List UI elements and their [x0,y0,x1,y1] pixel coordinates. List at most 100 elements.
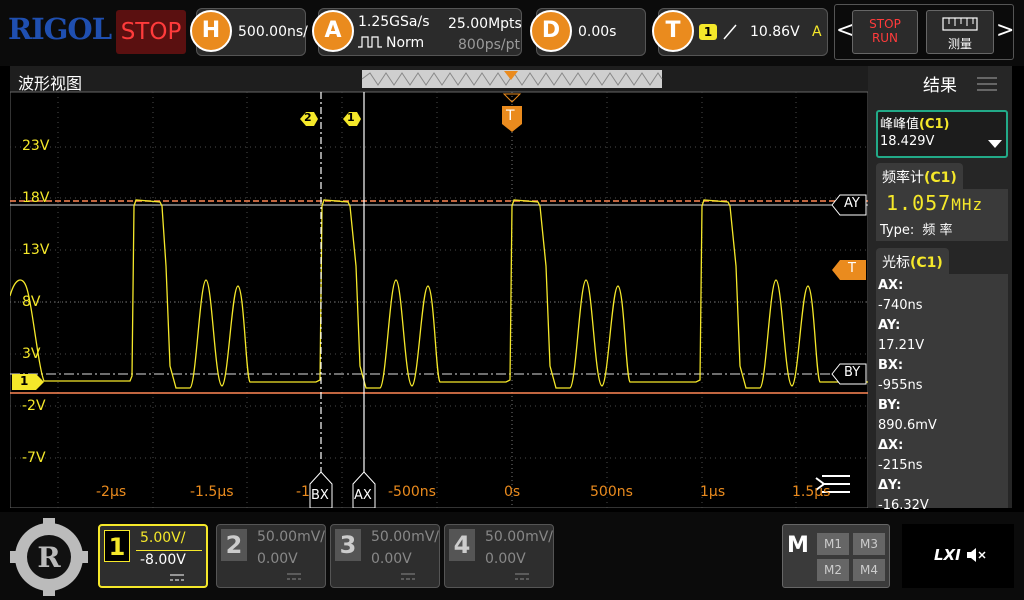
dc-coupling-icon [515,573,529,580]
waveform-view[interactable]: 波形视图 23V 18V 13V 8V 3V -2V -7V -2μs -1.5… [10,66,868,508]
y-label: 3V [22,346,41,362]
channel-2-button[interactable]: 2 50.00mV/ 0.00V [216,524,326,588]
channel-4-offset: 0.00V [485,551,526,567]
y-label: 13V [22,242,50,258]
cursor-key: ΔY: [878,478,902,493]
peak-peak-measure[interactable]: 峰峰值(C1) 18.429V [876,110,1008,158]
cursor-value: -215ns [878,458,923,473]
memory-depth: 25.00Mpts [448,16,522,32]
channel-3-number: 3 [335,529,361,561]
y-label: 18V [22,190,50,206]
cursor-value: 17.21V [878,338,925,353]
x-label: -500ns [388,484,436,500]
math-m2-button[interactable]: M2 [817,559,849,581]
run-stop-button[interactable]: STOP RUN [852,10,918,54]
bx-tag-label[interactable]: BX [311,488,329,503]
time-resolution: 800ps/pt [458,37,520,53]
channel-1-button[interactable]: 1 5.00V/ -8.00V [98,524,208,588]
x-label: 0s [504,484,521,500]
panel-menu-icon[interactable] [976,76,998,92]
cursor-key: AX: [878,278,904,293]
math-panel[interactable]: M M1 M3 M2 M4 [782,524,890,588]
cursor-key: AY: [878,318,901,333]
trigger-level-label[interactable]: T [848,261,856,276]
cursor-tab[interactable]: 光标(C1) [876,248,949,274]
ax-tag-label[interactable]: AX [354,488,372,503]
channel-3-button[interactable]: 3 50.00mV/ 0.00V [330,524,440,588]
cursor-key: BY: [878,398,901,413]
channel-2-number: 2 [221,529,247,561]
cursor-value: -740ns [878,298,923,313]
cursor-tab-source: (C1) [910,255,943,271]
cursor-value: 890.6mV [878,418,937,433]
acquire-mode-icon [358,36,382,48]
cursor-value: -955ns [878,378,923,393]
toolbar-next-button[interactable]: > [996,18,1014,43]
dropdown-icon[interactable] [988,140,1002,149]
cursor-key: ΔX: [878,438,904,453]
top-bar: RIGOL STOP H 500.00ns/ A 1.25GSa/s Norm … [0,0,1024,66]
x-label: 1.5μs [792,484,831,500]
channel-2-scale: 50.00mV/ [257,529,326,545]
channel-1-offset: -8.00V [140,552,186,568]
ay-tag-label[interactable]: AY [844,196,860,211]
lxi-status: LXI [934,546,961,564]
channel-3-offset: 0.00V [371,551,412,567]
measure-label: 测量 [947,37,972,51]
x-label: -2μs [96,484,127,500]
delay-icon[interactable]: D [530,10,572,52]
dc-coupling-icon [170,574,184,581]
horizontal-icon[interactable]: H [190,10,232,52]
trigger-source-badge: 1 [699,24,717,40]
channel-4-number: 4 [449,529,475,561]
cursor-b1-label: 1 [347,111,355,124]
run-label: RUN [871,31,899,45]
rising-edge-icon [723,24,737,40]
rigol-gear-logo-icon[interactable]: R [10,518,88,596]
peak-value: 18.429V [880,134,935,149]
y-label: -2V [22,398,46,414]
trigger-icon[interactable]: T [652,10,694,52]
bottom-bar: R 1 5.00V/ -8.00V 2 50.00mV/ 0.00V 3 50.… [0,512,1024,600]
math-m4-button[interactable]: M4 [853,559,885,581]
trigger-level: 10.86V [750,24,800,40]
freq-label: 频率计 [882,170,924,186]
freq-unit: MHz [951,195,984,214]
channel-2-offset: 0.00V [257,551,298,567]
by-tag-label[interactable]: BY [844,365,860,380]
svg-text:R: R [37,541,61,574]
channel-4-button[interactable]: 4 50.00mV/ 0.00V [444,524,554,588]
results-panel[interactable]: 结果 峰峰值(C1) 18.429V 频率计(C1) 1.057MHz Type… [868,66,1012,513]
run-state-indicator[interactable]: STOP [116,10,186,54]
y-label: -7V [22,450,46,466]
delay-value: 0.00s [578,24,617,40]
math-m3-button[interactable]: M3 [853,533,885,555]
ruler-icon [942,17,978,31]
channel-4-scale: 50.00mV/ [485,529,554,545]
channel-1-scale: 5.00V/ [140,530,186,546]
horizontal-scale: 500.00ns/ [238,24,308,40]
waveform-view-title: 波形视图 [18,74,83,93]
waveform-canvas[interactable] [10,66,868,508]
trigger-time-marker-label: T [506,108,515,124]
acquire-icon[interactable]: A [312,10,354,52]
x-label: -1.5μs [190,484,234,500]
math-label: M [787,533,809,558]
y-label: 23V [22,138,50,154]
freq-counter-tab[interactable]: 频率计(C1) [876,163,963,189]
cursor-values: AX: -740ns AY: 17.21V BX: -955ns BY: 890… [876,274,1008,513]
math-m1-button[interactable]: M1 [817,533,849,555]
freq-type-value: 频 率 [922,223,953,238]
dc-coupling-icon [401,573,415,580]
x-label: 1μs [700,484,726,500]
acquire-mode: Norm [386,35,425,51]
peak-source: (C1) [919,117,950,132]
dc-coupling-icon [287,573,301,580]
x-label: -1 [296,484,310,500]
speaker-mute-icon[interactable] [966,546,986,564]
measure-button[interactable]: 测量 [926,10,994,54]
cursor-tab-label: 光标 [882,255,910,271]
status-area: LXI [902,524,1014,588]
freq-source: (C1) [924,170,957,186]
freq-type-label: Type: [880,223,915,238]
